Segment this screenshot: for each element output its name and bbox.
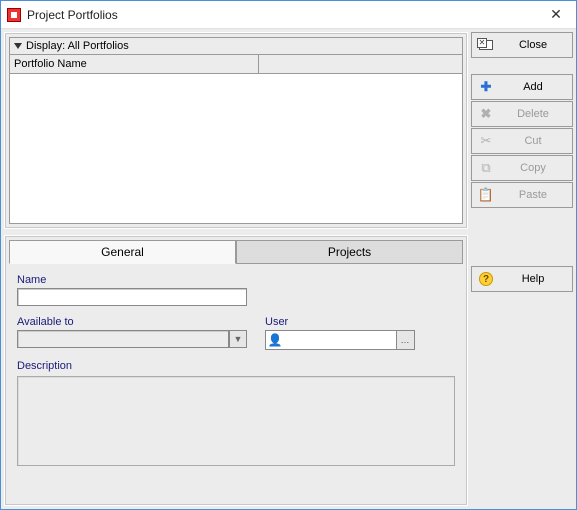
details-panel: General Projects Name Available to ▼ [4, 235, 468, 506]
name-label: Name [17, 274, 247, 286]
description-input[interactable] [17, 376, 455, 466]
paste-button[interactable]: 📋 Paste [471, 182, 573, 208]
column-blank[interactable] [259, 55, 462, 73]
delete-icon: ✖ [478, 106, 494, 122]
available-to-input[interactable] [17, 330, 229, 348]
main-column: Display: All Portfolios Portfolio Name G… [4, 32, 468, 506]
available-to-dropdown-button[interactable]: ▼ [229, 330, 247, 348]
display-filter-label: Display: All Portfolios [26, 40, 129, 52]
column-portfolio-name[interactable]: Portfolio Name [10, 55, 259, 73]
paste-icon: 📋 [478, 187, 494, 203]
cut-button[interactable]: ✂ Cut [471, 128, 573, 154]
window-title: Project Portfolios [27, 8, 542, 22]
user-value [284, 331, 396, 349]
app-icon [7, 8, 21, 22]
available-to-label: Available to [17, 316, 247, 328]
portfolio-grid-header: Portfolio Name [9, 55, 463, 74]
window-close-button[interactable]: ✕ [542, 5, 570, 25]
project-portfolios-dialog: Project Portfolios ✕ Display: All Portfo… [0, 0, 577, 510]
portfolio-grid-body[interactable] [9, 74, 463, 224]
user-browse-button[interactable]: … [396, 331, 414, 349]
portfolio-list-panel: Display: All Portfolios Portfolio Name [4, 32, 468, 229]
copy-icon: ⧉ [478, 160, 494, 176]
delete-button[interactable]: ✖ Delete [471, 101, 573, 127]
user-label: User [265, 316, 415, 328]
dialog-body: Display: All Portfolios Portfolio Name G… [1, 29, 576, 509]
help-button[interactable]: ? Help [471, 266, 573, 292]
name-input[interactable] [17, 288, 247, 306]
plus-icon: ✚ [478, 79, 494, 95]
display-filter-row[interactable]: Display: All Portfolios [9, 37, 463, 55]
add-button[interactable]: ✚ Add [471, 74, 573, 100]
titlebar: Project Portfolios ✕ [1, 1, 576, 29]
copy-button[interactable]: ⧉ Copy [471, 155, 573, 181]
close-button[interactable]: Close [471, 32, 573, 58]
chevron-down-icon [14, 43, 22, 49]
details-tabs: General Projects [9, 240, 463, 264]
description-label: Description [17, 360, 455, 372]
user-field[interactable]: 👤 … [265, 330, 415, 350]
close-icon [478, 40, 494, 50]
help-icon: ? [478, 272, 494, 286]
user-icon: 👤 [266, 331, 284, 349]
available-to-combo[interactable]: ▼ [17, 330, 247, 348]
general-tab-content: Name Available to ▼ User [9, 264, 463, 474]
tab-general[interactable]: General [9, 240, 236, 264]
tab-projects[interactable]: Projects [236, 240, 463, 263]
action-button-column: Close ✚ Add ✖ Delete ✂ Cut ⧉ Copy 📋 Past… [471, 32, 573, 506]
scissors-icon: ✂ [478, 133, 494, 149]
